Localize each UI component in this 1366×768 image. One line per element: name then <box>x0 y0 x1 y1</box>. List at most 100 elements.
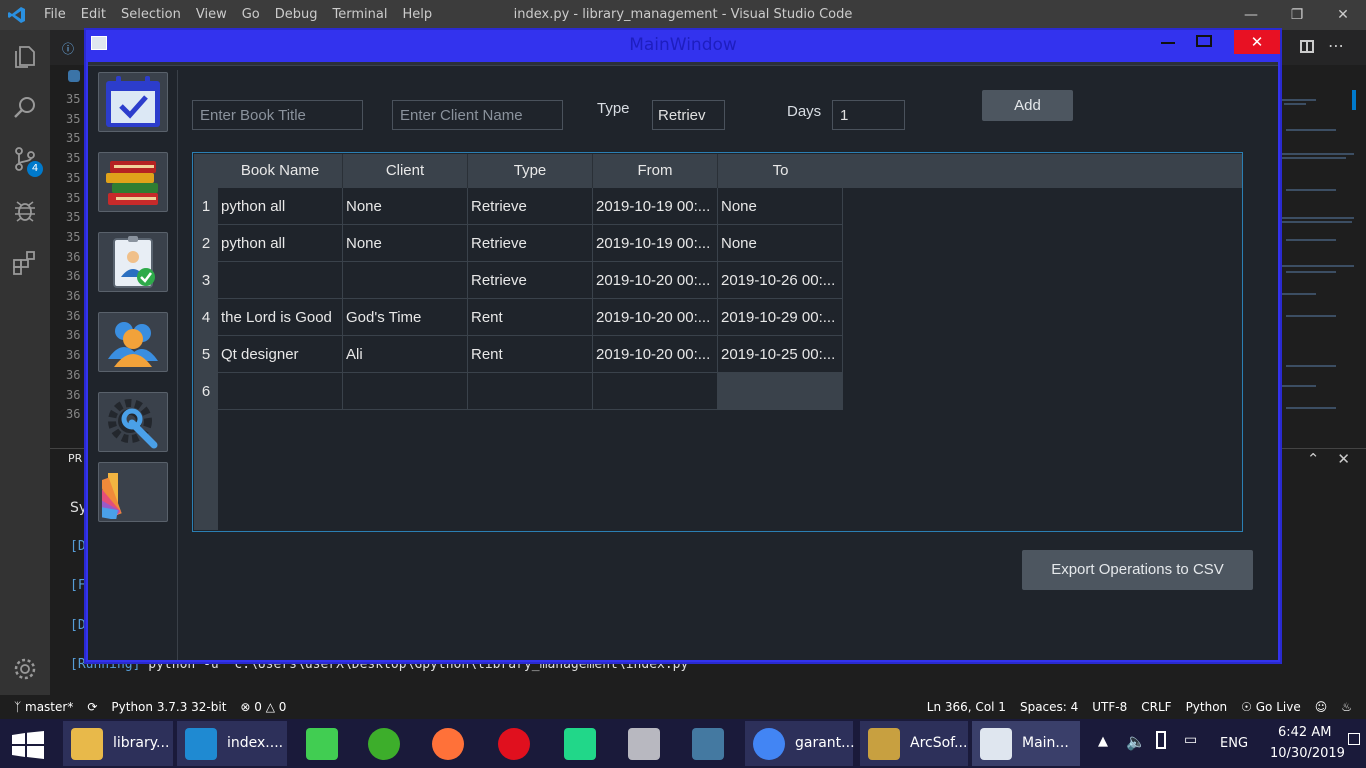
books-button[interactable] <box>98 152 168 212</box>
tray-expand-icon[interactable]: ▲ <box>1098 734 1108 749</box>
cell-from[interactable]: 2019-10-19 00:... <box>593 188 718 225</box>
cell-from[interactable]: 2019-10-20 00:... <box>593 336 718 373</box>
cell-from[interactable]: 2019-10-20 00:... <box>593 299 718 336</box>
cell-to[interactable]: None <box>718 225 843 262</box>
minimap[interactable] <box>1276 90 1356 440</box>
column-header-type[interactable]: Type <box>468 154 593 188</box>
taskbar-arcsoft[interactable]: ArcSof... <box>860 721 968 766</box>
cell-type[interactable]: Retrieve <box>468 262 593 299</box>
search-icon[interactable] <box>12 94 38 120</box>
taskbar-library-folder[interactable]: library... <box>63 721 173 766</box>
cell-book-name[interactable]: Qt designer <box>218 336 343 373</box>
mainwindow-app-icon[interactable] <box>91 36 107 50</box>
cell-client[interactable]: God's Time <box>343 299 468 336</box>
python-interpreter[interactable]: Python 3.7.3 32-bit <box>111 700 226 714</box>
column-header-to[interactable]: To <box>718 154 843 188</box>
notification-center-icon[interactable] <box>1348 733 1360 745</box>
cell-book-name[interactable] <box>218 373 343 410</box>
add-button[interactable]: Add <box>982 90 1073 121</box>
row-number[interactable]: 2 <box>194 225 218 262</box>
cell-book-name[interactable]: python all <box>218 188 343 225</box>
themes-button[interactable] <box>98 462 168 522</box>
users-button[interactable] <box>98 312 168 372</box>
row-number[interactable]: 1 <box>194 188 218 225</box>
row-number[interactable]: 4 <box>194 299 218 336</box>
maximize-panel-icon[interactable]: ⌃ <box>1307 450 1320 468</box>
cell-type[interactable]: Rent <box>468 299 593 336</box>
cell-from[interactable] <box>593 373 718 410</box>
taskbar-database[interactable] <box>620 721 670 766</box>
volume-icon[interactable]: 🔈 <box>1126 732 1146 751</box>
taskbar-firefox[interactable] <box>424 721 474 766</box>
cell-to[interactable]: None <box>718 188 843 225</box>
menu-terminal[interactable]: Terminal <box>333 7 388 22</box>
cell-client[interactable]: None <box>343 225 468 262</box>
encoding[interactable]: UTF-8 <box>1092 700 1127 714</box>
cell-type[interactable]: Retrieve <box>468 225 593 262</box>
type-combobox[interactable] <box>652 100 725 130</box>
cell-client[interactable]: None <box>343 188 468 225</box>
taskbar-qt[interactable] <box>298 721 348 766</box>
info-icon[interactable]: ⓘ <box>62 40 74 57</box>
windows-start-icon[interactable] <box>12 731 44 759</box>
cell-to[interactable]: 2019-10-29 00:... <box>718 299 843 336</box>
network-icon[interactable]: ▭ <box>1184 732 1197 748</box>
cell-from[interactable]: 2019-10-19 00:... <box>593 225 718 262</box>
explorer-icon[interactable] <box>12 44 38 70</box>
cell-type[interactable]: Rent <box>468 336 593 373</box>
taskbar-chrome[interactable]: garant... <box>745 721 855 766</box>
feedback-smiley-icon[interactable]: ☺ <box>1315 700 1328 714</box>
client-name-input[interactable] <box>392 100 563 130</box>
language-indicator[interactable]: ENG <box>1220 736 1248 751</box>
days-spinbox[interactable] <box>832 100 905 130</box>
taskbar-pycharm[interactable] <box>556 721 606 766</box>
row-number[interactable]: 3 <box>194 262 218 299</box>
problems-status[interactable]: ⊗ 0 △ 0 <box>240 700 286 714</box>
menu-debug[interactable]: Debug <box>275 7 318 22</box>
line-ending[interactable]: CRLF <box>1141 700 1171 714</box>
book-title-input[interactable] <box>192 100 363 130</box>
export-csv-button[interactable]: Export Operations to CSV <box>1022 550 1253 590</box>
close-icon[interactable]: ✕ <box>1234 30 1280 54</box>
minimize-icon[interactable]: — <box>1228 0 1274 30</box>
cell-type[interactable]: Retrieve <box>468 188 593 225</box>
taskbar-vscode[interactable]: index.... <box>177 721 287 766</box>
maximize-icon[interactable] <box>1196 35 1212 47</box>
menu-edit[interactable]: Edit <box>81 7 106 22</box>
sync-icon[interactable]: ⟳ <box>87 700 97 714</box>
close-panel-icon[interactable]: ✕ <box>1337 450 1350 468</box>
more-actions-icon[interactable]: ⋯ <box>1328 36 1344 55</box>
cell-book-name[interactable]: python all <box>218 225 343 262</box>
menu-selection[interactable]: Selection <box>121 7 181 22</box>
taskbar-opera[interactable] <box>490 721 540 766</box>
restore-icon[interactable]: ❐ <box>1274 0 1320 30</box>
battery-icon[interactable] <box>1156 731 1166 749</box>
cursor-position[interactable]: Ln 366, Col 1 <box>927 700 1006 714</box>
cell-client[interactable] <box>343 262 468 299</box>
settings-gear-icon[interactable] <box>12 656 38 682</box>
settings-button[interactable] <box>98 392 168 452</box>
row-number[interactable]: 5 <box>194 336 218 373</box>
panel-title[interactable]: PR <box>68 452 82 465</box>
cell-to[interactable] <box>718 373 843 410</box>
cell-to[interactable]: 2019-10-25 00:... <box>718 336 843 373</box>
taskbar-mysql[interactable] <box>684 721 734 766</box>
column-header-client[interactable]: Client <box>343 154 468 188</box>
cell-book-name[interactable]: the Lord is Good <box>218 299 343 336</box>
operations-calendar-button[interactable] <box>98 72 168 132</box>
column-header-from[interactable]: From <box>593 154 718 188</box>
clock-date[interactable]: 10/30/2019 <box>1270 746 1345 761</box>
indentation[interactable]: Spaces: 4 <box>1020 700 1078 714</box>
cell-to[interactable]: 2019-10-26 00:... <box>718 262 843 299</box>
menu-go[interactable]: Go <box>242 7 260 22</box>
cell-type[interactable] <box>468 373 593 410</box>
clients-badge-button[interactable] <box>98 232 168 292</box>
notifications-bell-icon[interactable]: ♨ <box>1341 700 1352 714</box>
menu-help[interactable]: Help <box>402 7 432 22</box>
cell-from[interactable]: 2019-10-20 00:... <box>593 262 718 299</box>
clock-time[interactable]: 6:42 AM <box>1278 725 1331 740</box>
cell-client[interactable]: Ali <box>343 336 468 373</box>
row-number[interactable]: 6 <box>194 373 218 410</box>
close-icon[interactable]: ✕ <box>1320 0 1366 30</box>
cell-book-name[interactable] <box>218 262 343 299</box>
